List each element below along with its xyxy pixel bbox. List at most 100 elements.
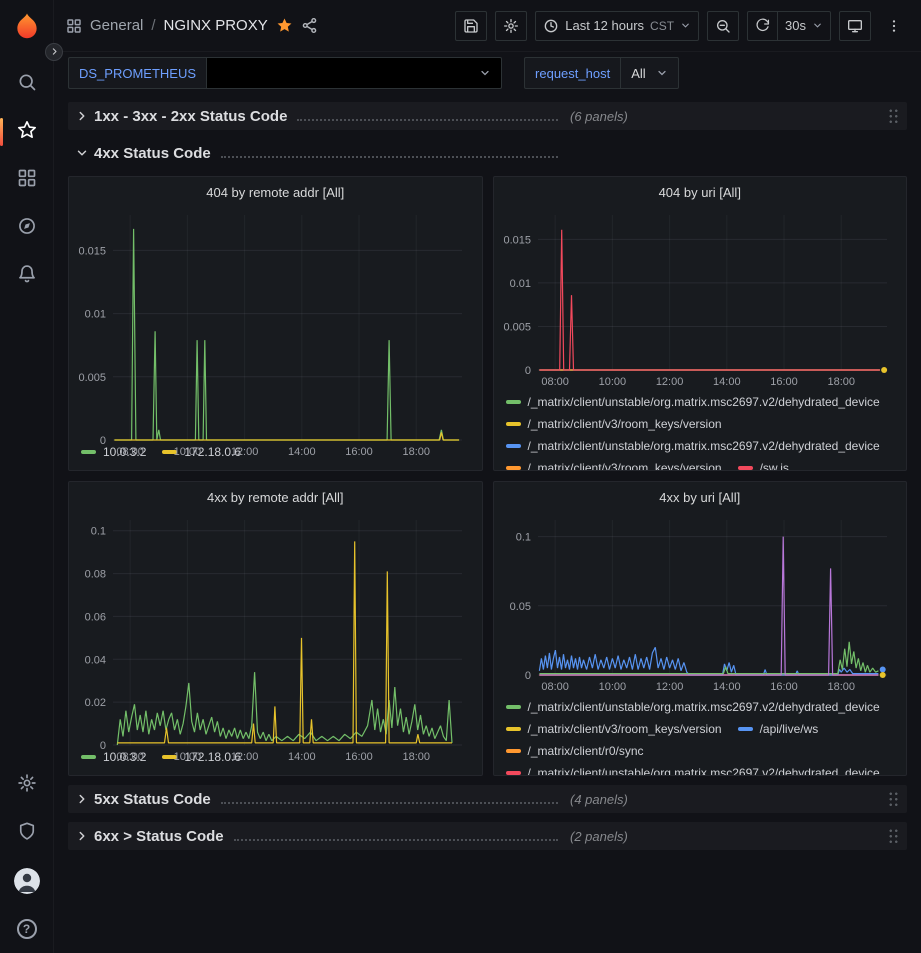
grafana-logo-icon[interactable] [5, 6, 49, 50]
sidebar-item-dashboards[interactable] [0, 156, 54, 204]
chart-4xx-by-remote-addr[interactable]: 08:0010:0012:0014:0016:0018:0000.020.040… [73, 512, 476, 745]
panel-title[interactable]: 404 by remote addr [All] [69, 177, 482, 207]
dashboards-grid-icon [17, 168, 37, 193]
refresh-interval-dropdown[interactable]: 30s [778, 11, 831, 41]
breadcrumb: General / NGINX PROXY [66, 17, 318, 34]
gear-icon [17, 773, 37, 798]
panel-404-by-uri: 404 by uri [All] 08:0010:0012:0014:0016:… [493, 176, 908, 471]
legend-item[interactable]: /_matrix/client/v3/room_keys/version [506, 719, 722, 739]
row-4xx[interactable]: 4xx Status Code [68, 139, 907, 167]
top-bar: General / NGINX PROXY [54, 0, 921, 52]
svg-text:0: 0 [524, 670, 530, 682]
svg-text:0.01: 0.01 [509, 278, 530, 290]
panel-title[interactable]: 4xx by remote addr [All] [69, 482, 482, 512]
time-range-label: Last 12 hours [565, 18, 644, 33]
row-title: 5xx Status Code [94, 791, 211, 808]
svg-text:0.06: 0.06 [85, 611, 106, 623]
sidebar-item-server-admin[interactable] [0, 809, 54, 857]
svg-text:10:00: 10:00 [598, 376, 626, 388]
svg-text:0.015: 0.015 [78, 245, 106, 257]
legend-label: /_matrix/client/unstable/org.matrix.msc2… [528, 700, 880, 714]
save-icon [463, 18, 479, 34]
main-area: General / NGINX PROXY [54, 0, 921, 953]
row-1xx-3xx-2xx[interactable]: 1xx - 3xx - 2xx Status Code (6 panels) [68, 102, 907, 130]
tv-mode-button[interactable] [839, 11, 871, 41]
row-5xx[interactable]: 5xx Status Code (4 panels) [68, 785, 907, 813]
time-range-picker[interactable]: Last 12 hours CST [535, 11, 699, 41]
clock-icon [543, 18, 559, 34]
panel-title[interactable]: 404 by uri [All] [494, 177, 907, 207]
legend-item[interactable]: /_matrix/client/v3/room_keys/version [506, 414, 722, 434]
sidebar-item-search[interactable] [0, 60, 54, 108]
legend-item[interactable]: /sw.js [738, 458, 789, 470]
sidebar-item-profile[interactable] [0, 857, 54, 905]
legend-item[interactable]: /_matrix/client/unstable/org.matrix.msc2… [506, 436, 880, 456]
panels-grid: 404 by remote addr [All] 08:0010:0012:00… [68, 176, 907, 776]
sidebar-item-explore[interactable] [0, 204, 54, 252]
chart-4xx-by-uri[interactable]: 08:0010:0012:0014:0016:0018:0000.050.1 [498, 512, 901, 695]
breadcrumb-separator: / [151, 17, 155, 34]
row-dots-leader [297, 119, 558, 121]
apps-grid-icon[interactable] [66, 18, 82, 34]
legend-swatch [506, 705, 521, 709]
legend-swatch [738, 727, 753, 731]
svg-text:0.1: 0.1 [515, 532, 530, 544]
row-left: 5xx Status Code [92, 791, 570, 808]
sidebar-item-configuration[interactable] [0, 761, 54, 809]
row-6xx[interactable]: 6xx > Status Code (2 panels) [68, 822, 907, 850]
chart-legend: /_matrix/client/unstable/org.matrix.msc2… [494, 695, 907, 775]
row-title: 1xx - 3xx - 2xx Status Code [94, 108, 287, 125]
svg-text:18:00: 18:00 [402, 446, 430, 458]
chart-404-by-uri[interactable]: 08:0010:0012:0014:0016:0018:0000.0050.01… [498, 207, 901, 390]
chart-404-by-remote-addr[interactable]: 08:0010:0012:0014:0016:0018:0000.0050.01… [73, 207, 476, 440]
breadcrumb-section[interactable]: General [90, 17, 143, 34]
legend-label: /sw.js [760, 461, 789, 470]
legend-swatch [506, 444, 521, 448]
legend-label: /_matrix/client/v3/room_keys/version [528, 417, 722, 431]
chevron-right-icon [72, 828, 92, 844]
svg-text:0: 0 [100, 435, 106, 447]
legend-swatch [506, 771, 521, 775]
dashboard-content: 1xx - 3xx - 2xx Status Code (6 panels) 4… [54, 94, 921, 953]
sidebar-item-help[interactable] [0, 905, 54, 953]
dashboard-settings-button[interactable] [495, 11, 527, 41]
variables-bar: DS_PROMETHEUS request_host All [54, 52, 921, 94]
legend-swatch [506, 727, 521, 731]
row-drag-handle[interactable] [888, 791, 899, 808]
row-left: 1xx - 3xx - 2xx Status Code [92, 108, 570, 125]
more-options-button[interactable] [879, 11, 909, 41]
request-host-select[interactable]: All [620, 57, 678, 89]
legend-item[interactable]: /_matrix/client/v3/room_keys/version [506, 458, 722, 470]
chevron-down-icon [656, 67, 668, 79]
svg-text:0.1: 0.1 [91, 526, 106, 538]
sidebar-item-starred[interactable] [0, 108, 54, 156]
legend-item[interactable]: /_matrix/client/r0/sync [506, 741, 644, 761]
sidebar-expand-button[interactable] [45, 43, 63, 61]
svg-text:0.04: 0.04 [85, 654, 106, 666]
panel-4xx-by-uri: 4xx by uri [All] 08:0010:0012:0014:0016:… [493, 481, 908, 776]
share-icon[interactable] [301, 17, 318, 34]
favorite-star-icon[interactable] [276, 17, 293, 34]
legend-label: /_matrix/client/unstable/org.matrix.msc2… [528, 766, 880, 775]
legend-label: /_matrix/client/unstable/org.matrix.msc2… [528, 395, 880, 409]
legend-item[interactable]: /api/live/ws [738, 719, 819, 739]
datasource-select[interactable] [206, 57, 502, 89]
row-drag-handle[interactable] [888, 108, 899, 125]
legend-item[interactable]: /_matrix/client/unstable/org.matrix.msc2… [506, 697, 880, 717]
row-left: 6xx > Status Code [92, 828, 570, 845]
save-dashboard-button[interactable] [455, 11, 487, 41]
legend-item[interactable]: /_matrix/client/unstable/org.matrix.msc2… [506, 392, 880, 412]
panel-title[interactable]: 4xx by uri [All] [494, 482, 907, 512]
refresh-icon [755, 18, 770, 33]
sidebar-item-alerting[interactable] [0, 252, 54, 300]
svg-text:0: 0 [524, 365, 530, 377]
row-drag-handle[interactable] [888, 828, 899, 845]
svg-text:18:00: 18:00 [827, 376, 855, 388]
refresh-button[interactable] [747, 11, 778, 41]
svg-text:0.005: 0.005 [78, 372, 106, 384]
sidebar [0, 0, 54, 953]
svg-text:0.08: 0.08 [85, 569, 106, 581]
legend-item[interactable]: /_matrix/client/unstable/org.matrix.msc2… [506, 763, 880, 775]
svg-text:16:00: 16:00 [770, 681, 798, 693]
zoom-out-button[interactable] [707, 11, 739, 41]
